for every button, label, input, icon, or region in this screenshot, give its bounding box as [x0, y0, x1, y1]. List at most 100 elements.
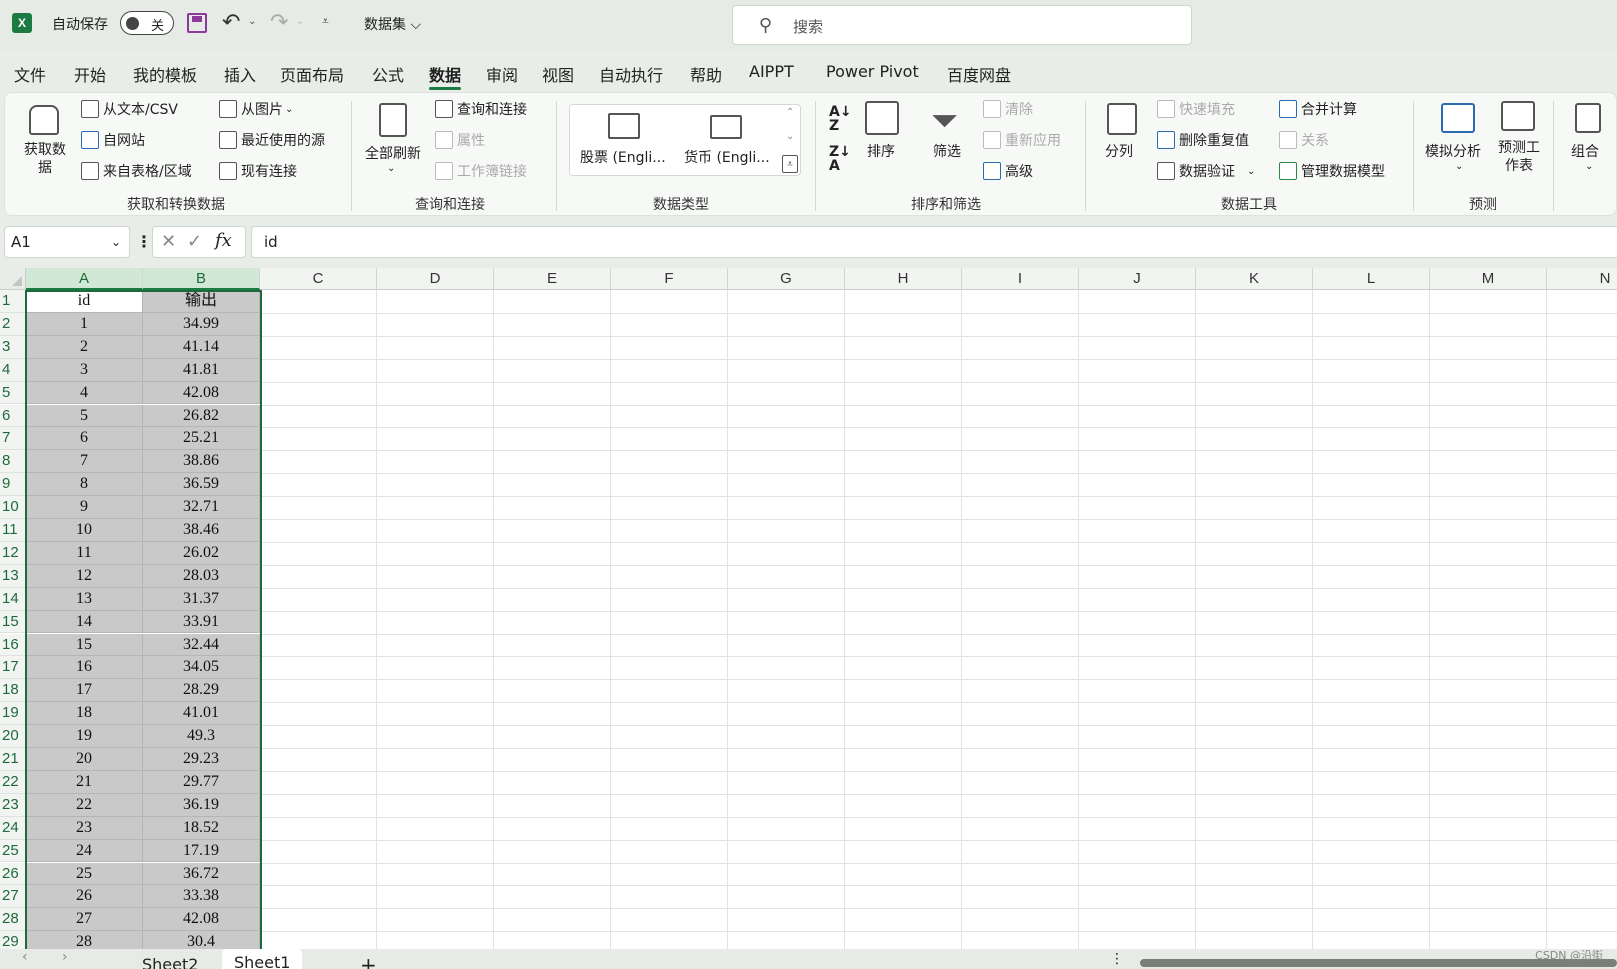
table-cell[interactable]: 6	[26, 427, 143, 451]
table-cell[interactable]: 34.05	[143, 656, 260, 680]
refresh-chevron-down-icon[interactable]: ⌄	[387, 163, 395, 174]
advanced-filter-button[interactable]: 高级	[983, 161, 1033, 181]
what-if-analysis-button[interactable]: 模拟分析	[1425, 141, 1481, 161]
table-cell[interactable]: 38.86	[143, 450, 260, 474]
table-cell[interactable]: 36.72	[143, 862, 260, 886]
row-header[interactable]: 19	[0, 702, 26, 726]
row-header[interactable]: 26	[0, 862, 26, 886]
from-picture-button[interactable]: 从图片 ⌄	[219, 99, 293, 119]
column-header-n[interactable]: N	[1547, 268, 1617, 290]
table-cell[interactable]: 5	[26, 404, 143, 428]
file-name[interactable]: 数据集 ⌵	[364, 14, 421, 34]
table-cell[interactable]: 输出	[143, 290, 260, 313]
refresh-all-button[interactable]: 全部刷新	[365, 143, 421, 163]
get-data-button[interactable]: 获取数据	[19, 141, 71, 177]
tab-file[interactable]: 文件	[14, 62, 46, 86]
table-cell[interactable]: 22	[26, 793, 143, 817]
from-text-csv-button[interactable]: 从文本/CSV	[81, 99, 178, 119]
filter-button[interactable]: 筛选	[933, 141, 961, 161]
table-cell[interactable]: 17.19	[143, 839, 260, 863]
row-header[interactable]: 2	[0, 312, 26, 336]
tab-formulas[interactable]: 公式	[372, 62, 404, 86]
table-cell[interactable]: 38.46	[143, 519, 260, 542]
table-cell[interactable]: 33.38	[143, 885, 260, 909]
table-cell[interactable]: 18.52	[143, 816, 260, 840]
reapply-button[interactable]: 重新应用	[983, 130, 1061, 150]
table-cell[interactable]: 32.44	[143, 633, 260, 657]
gallery-more-icon[interactable]: ⩡	[782, 155, 798, 173]
row-header[interactable]: 4	[0, 358, 26, 382]
row-header[interactable]: 14	[0, 587, 26, 611]
table-cell[interactable]: 2	[26, 335, 143, 359]
table-cell[interactable]: 10	[26, 519, 143, 542]
row-header[interactable]: 25	[0, 839, 26, 863]
table-cell[interactable]: 7	[26, 450, 143, 474]
column-header-c[interactable]: C	[260, 268, 377, 290]
redo-icon[interactable]: ↷	[270, 10, 288, 35]
from-table-button[interactable]: 来自表格/区域	[81, 161, 192, 181]
row-header[interactable]: 9	[0, 473, 26, 497]
customize-toolbar-icon[interactable]: ⩡	[322, 14, 329, 29]
undo-dropdown-icon[interactable]: ⌄	[248, 16, 256, 27]
redo-dropdown-icon[interactable]: ⌄	[296, 16, 304, 27]
table-cell[interactable]: 26.82	[143, 404, 260, 428]
properties-button[interactable]: 属性	[435, 130, 485, 150]
clear-filter-button[interactable]: 清除	[983, 99, 1033, 119]
gallery-down-icon[interactable]: ⌄	[786, 131, 794, 142]
search-box[interactable]: ⚲ 搜索	[732, 5, 1192, 45]
sort-a-z-icon[interactable]: A↓ Z	[829, 105, 852, 133]
column-header-l[interactable]: L	[1313, 268, 1430, 290]
cancel-icon[interactable]: ✕	[161, 231, 176, 252]
existing-connections-button[interactable]: 现有连接	[219, 161, 297, 181]
table-cell[interactable]: 42.08	[143, 381, 260, 405]
table-cell[interactable]: 9	[26, 496, 143, 519]
table-cell[interactable]: 33.91	[143, 610, 260, 634]
name-box[interactable]: A1 ⌄	[4, 226, 130, 258]
tab-automate[interactable]: 自动执行	[599, 62, 663, 86]
table-cell[interactable]: 25	[26, 862, 143, 886]
queries-connections-button[interactable]: 查询和连接	[435, 99, 527, 119]
tab-view[interactable]: 视图	[542, 62, 574, 86]
table-cell[interactable]: 20	[26, 748, 143, 771]
chevron-down-icon[interactable]: ⌄	[111, 235, 121, 249]
table-cell[interactable]: 24	[26, 839, 143, 863]
workbook-links-button[interactable]: 工作簿链接	[435, 161, 527, 181]
what-if-chevron-down-icon[interactable]: ⌄	[1455, 161, 1463, 172]
row-header[interactable]: 13	[0, 564, 26, 588]
group-chevron-down-icon[interactable]: ⌄	[1585, 161, 1593, 172]
sort-button[interactable]: 排序	[867, 141, 895, 161]
tab-review[interactable]: 审阅	[486, 62, 518, 86]
table-cell[interactable]: 19	[26, 725, 143, 748]
column-header-e[interactable]: E	[494, 268, 611, 290]
row-header[interactable]: 21	[0, 748, 26, 771]
tab-power-pivot[interactable]: Power Pivot	[826, 62, 919, 81]
from-web-button[interactable]: 自网站	[81, 130, 145, 150]
autosave-toggle[interactable]: 关	[120, 11, 174, 35]
tab-aippt[interactable]: AIPPT	[749, 62, 794, 81]
tab-data[interactable]: 数据	[429, 62, 462, 90]
table-cell[interactable]: 13	[26, 587, 143, 611]
row-header[interactable]: 8	[0, 450, 26, 474]
table-cell[interactable]: 4	[26, 381, 143, 405]
table-cell[interactable]: 27	[26, 908, 143, 932]
row-header[interactable]: 5	[0, 381, 26, 405]
scroll-right-icon[interactable]: ›	[62, 949, 68, 965]
currency-button[interactable]: 货币 (Engli...	[684, 147, 770, 167]
sheet-tab-sheet1[interactable]: Sheet1	[222, 949, 302, 969]
column-header-b[interactable]: B	[143, 268, 260, 290]
table-cell[interactable]: 15	[26, 633, 143, 657]
row-header[interactable]: 15	[0, 610, 26, 634]
row-header[interactable]: 29	[0, 931, 26, 949]
table-cell[interactable]: 31.37	[143, 587, 260, 611]
remove-duplicates-button[interactable]: 删除重复值	[1157, 130, 1249, 150]
column-header-h[interactable]: H	[845, 268, 962, 290]
tab-insert[interactable]: 插入	[224, 62, 256, 86]
text-to-columns-button[interactable]: 分列	[1105, 141, 1133, 161]
tab-page-layout[interactable]: 页面布局	[280, 62, 344, 86]
table-cell[interactable]: 14	[26, 610, 143, 634]
table-cell[interactable]: 34.99	[143, 312, 260, 336]
tab-my-templates[interactable]: 我的模板	[133, 62, 197, 86]
data-validation-button[interactable]: 数据验证 ⌄	[1157, 161, 1255, 181]
table-cell[interactable]: 41.81	[143, 358, 260, 382]
scroll-left-icon[interactable]: ‹	[22, 949, 28, 965]
